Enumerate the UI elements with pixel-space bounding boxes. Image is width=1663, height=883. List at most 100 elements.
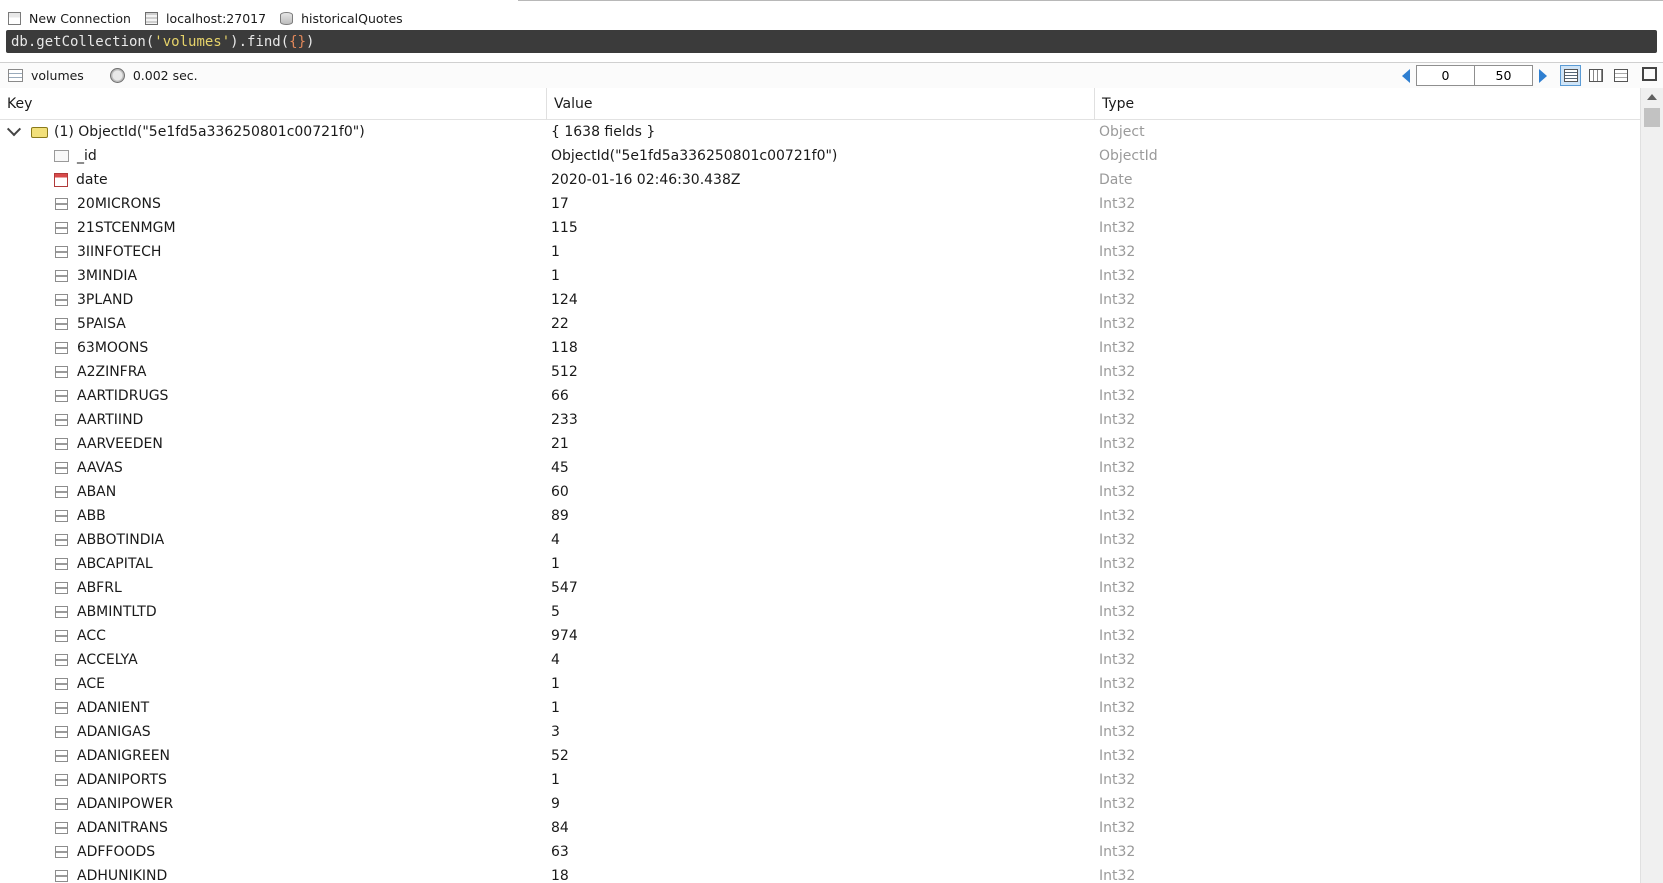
key-column-header[interactable]: Key [0,88,547,120]
int-field-icon [55,822,68,834]
field-row[interactable]: AARTIDRUGS 66 Int32 [0,384,1640,408]
page-size-input[interactable] [1474,65,1533,86]
key-cell: ABMINTLTD [0,600,547,624]
field-row[interactable]: 21STCENMGM 115 Int32 [0,216,1640,240]
field-row[interactable]: ACC 974 Int32 [0,624,1640,648]
server-crumb[interactable]: localhost:27017 [144,0,266,30]
field-row[interactable]: AAVAS 45 Int32 [0,456,1640,480]
field-row[interactable]: 3MINDIA 1 Int32 [0,264,1640,288]
key-cell: 3MINDIA [0,264,547,288]
field-key: 21STCENMGM [77,220,176,236]
key-cell: AARTIDRUGS [0,384,547,408]
field-row[interactable]: A2ZINFRA 512 Int32 [0,360,1640,384]
id-icon [54,150,69,162]
field-row[interactable]: ADANITRANS 84 Int32 [0,816,1640,840]
view-mode-switcher [1560,65,1631,86]
query-collection: 'volumes' [154,33,231,50]
field-key: AARTIDRUGS [77,388,169,404]
query-editor[interactable]: db.getCollection('volumes').find({}) [6,30,1657,53]
field-row[interactable]: ACCELYA 4 Int32 [0,648,1640,672]
field-value: 89 [551,508,569,524]
document-key: (1) ObjectId("5e1fd5a336250801c00721f0") [54,124,365,140]
field-row[interactable]: ADANIGAS 3 Int32 [0,720,1640,744]
field-row[interactable]: 3PLAND 124 Int32 [0,288,1640,312]
field-value: 1 [551,268,560,284]
field-type: Int32 [1099,220,1136,236]
vertical-scrollbar[interactable] [1640,88,1663,883]
field-row[interactable]: ADANIPOWER 9 Int32 [0,792,1640,816]
grid-header: Key Value Type [0,88,1640,120]
collection-name: volumes [31,68,84,83]
key-cell: ACC [0,624,547,648]
field-type: Int32 [1099,676,1136,692]
document-row[interactable]: (1) ObjectId("5e1fd5a336250801c00721f0")… [0,120,1640,144]
field-type: Int32 [1099,532,1136,548]
field-row[interactable]: 20MICRONS 17 Int32 [0,192,1640,216]
table-view-button[interactable] [1585,65,1606,86]
next-page-icon[interactable] [1539,68,1547,83]
field-row[interactable]: ADFFOODS 63 Int32 [0,840,1640,864]
field-row[interactable]: ADANIPORTS 1 Int32 [0,768,1640,792]
field-row[interactable]: _id ObjectId("5e1fd5a336250801c00721f0") O… [0,144,1640,168]
int-field-icon [55,870,68,882]
new-connection-crumb[interactable]: New Connection [8,0,131,30]
text-view-button[interactable] [1610,65,1631,86]
type-column-header[interactable]: Type [1095,88,1640,120]
int-field-icon [55,678,68,690]
int-field-icon [55,606,68,618]
key-cell: ABB [0,504,547,528]
key-cell: ABCAPITAL [0,552,547,576]
field-rows: _id ObjectId("5e1fd5a336250801c00721f0") O… [0,144,1640,883]
scroll-up-icon[interactable] [1647,94,1657,100]
clock-icon [109,68,125,83]
field-row[interactable]: date 2020-01-16 02:46:30.438Z Date [0,168,1640,192]
table-view-icon [1588,69,1603,82]
key-cell: date [0,168,547,192]
field-value: 5 [551,604,560,620]
int-field-icon [55,846,68,858]
text-view-icon [1613,69,1628,82]
field-row[interactable]: ABBOTINDIA 4 Int32 [0,528,1640,552]
field-row[interactable]: AARTIIND 233 Int32 [0,408,1640,432]
database-crumb[interactable]: historicalQuotes [280,0,403,30]
field-key: ADANIPORTS [77,772,167,788]
field-value: 1 [551,772,560,788]
field-key: ACC [77,628,106,644]
key-cell: 20MICRONS [0,192,547,216]
field-row[interactable]: ADANIENT 1 Int32 [0,696,1640,720]
maximize-icon[interactable] [1642,67,1657,81]
key-cell: ADHUNIKIND [0,864,547,883]
database-icon [280,11,294,25]
new-connection-label: New Connection [29,10,131,26]
field-key: A2ZINFRA [77,364,147,380]
collapse-chevron-icon[interactable] [6,122,22,137]
field-row[interactable]: ABB 89 Int32 [0,504,1640,528]
field-value: 9 [551,796,560,812]
value-column-header[interactable]: Value [547,88,1095,120]
field-value: 124 [551,292,578,308]
field-row[interactable]: 5PAISA 22 Int32 [0,312,1640,336]
field-row[interactable]: ABAN 60 Int32 [0,480,1640,504]
field-row[interactable]: ADHUNIKIND 18 Int32 [0,864,1640,883]
field-row[interactable]: ADANIGREEN 52 Int32 [0,744,1640,768]
field-row[interactable]: ABFRL 547 Int32 [0,576,1640,600]
previous-page-icon[interactable] [1402,68,1410,83]
scroll-thumb[interactable] [1644,108,1660,127]
field-row[interactable]: 63MOONS 118 Int32 [0,336,1640,360]
field-value: ObjectId("5e1fd5a336250801c00721f0") [551,148,838,164]
int-field-icon [55,462,68,474]
field-type: Int32 [1099,340,1136,356]
key-cell: ADANIGREEN [0,744,547,768]
page-start-input[interactable] [1416,65,1475,86]
field-row[interactable]: 3IINFOTECH 1 Int32 [0,240,1640,264]
field-value: 547 [551,580,578,596]
tree-view-button[interactable] [1560,65,1581,86]
field-key: 20MICRONS [77,196,161,212]
field-row[interactable]: ACE 1 Int32 [0,672,1640,696]
field-value: 512 [551,364,578,380]
field-row[interactable]: ABMINTLTD 5 Int32 [0,600,1640,624]
field-type: Int32 [1099,244,1136,260]
field-row[interactable]: ABCAPITAL 1 Int32 [0,552,1640,576]
document-type: Object [1099,124,1145,140]
field-row[interactable]: AARVEEDEN 21 Int32 [0,432,1640,456]
